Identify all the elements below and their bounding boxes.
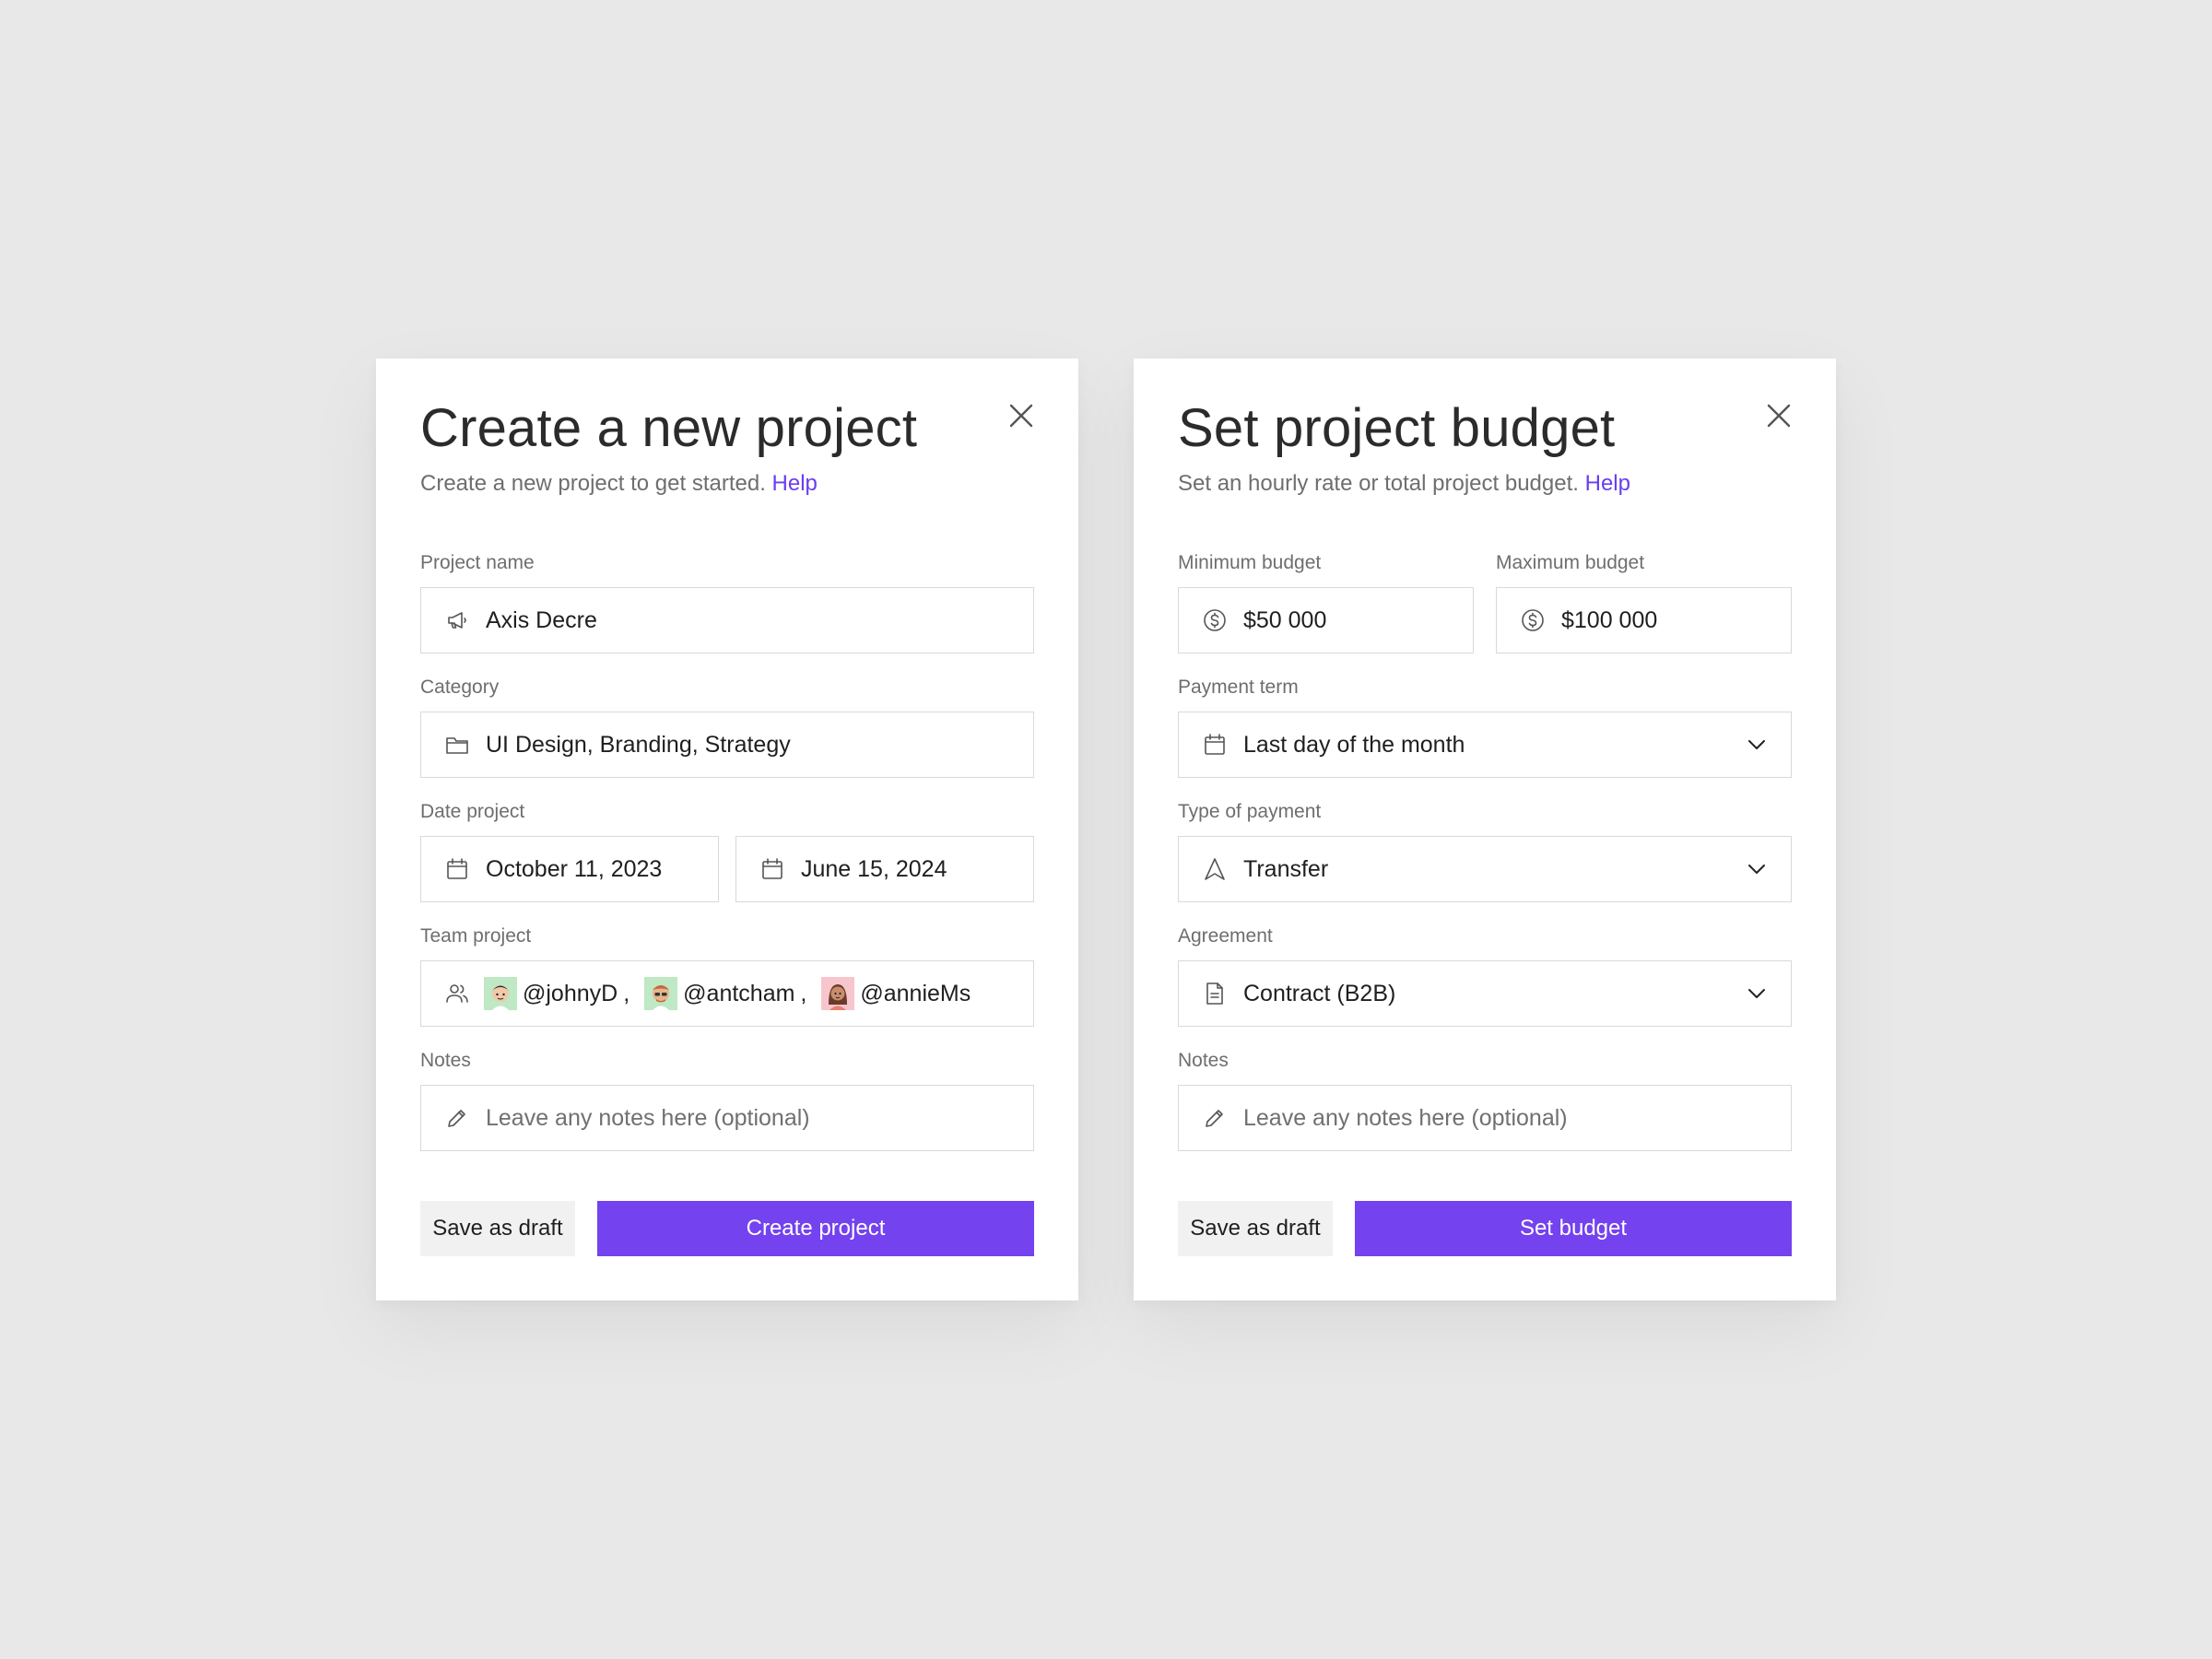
category-value: UI Design, Branding, Strategy xyxy=(486,731,791,758)
payment-type-value: Transfer xyxy=(1243,855,1329,882)
end-date-input[interactable]: June 15, 2024 xyxy=(735,836,1034,902)
users-icon xyxy=(443,980,471,1007)
notes-placeholder: Leave any notes here (optional) xyxy=(486,1104,810,1131)
navigation-arrow-icon xyxy=(1201,855,1229,883)
project-name-value: Axis Decre xyxy=(486,606,597,633)
team-separator: , xyxy=(623,980,630,1006)
agreement-value: Contract (B2B) xyxy=(1243,980,1396,1006)
avatar xyxy=(821,977,855,1010)
max-budget-input[interactable]: $100 000 xyxy=(1496,587,1792,653)
set-budget-button[interactable]: Set budget xyxy=(1355,1201,1792,1256)
save-draft-button[interactable]: Save as draft xyxy=(420,1201,575,1256)
date-label: Date project xyxy=(420,801,525,822)
notes-label: Notes xyxy=(1178,1050,1229,1071)
team-separator: , xyxy=(800,980,807,1006)
category-input[interactable]: UI Design, Branding, Strategy xyxy=(420,712,1034,778)
min-budget-label: Minimum budget xyxy=(1178,552,1322,573)
start-date-input[interactable]: October 11, 2023 xyxy=(420,836,719,902)
pencil-icon xyxy=(443,1104,471,1132)
chevron-down-icon[interactable] xyxy=(1743,855,1771,883)
calendar-icon xyxy=(759,855,786,883)
agreement-select[interactable]: Contract (B2B) xyxy=(1178,960,1792,1027)
payment-term-label: Payment term xyxy=(1178,677,1299,698)
project-name-label: Project name xyxy=(420,552,535,573)
document-icon xyxy=(1201,980,1229,1007)
notes-input[interactable]: Leave any notes here (optional) xyxy=(1178,1085,1792,1151)
close-icon[interactable] xyxy=(1759,395,1799,436)
team-label: Team project xyxy=(420,925,532,947)
min-budget-input[interactable]: $50 000 xyxy=(1178,587,1474,653)
save-draft-button[interactable]: Save as draft xyxy=(1178,1201,1333,1256)
dialog-subtitle: Create a new project to get started. Hel… xyxy=(420,471,818,497)
create-project-button[interactable]: Create project xyxy=(597,1201,1034,1256)
max-budget-label: Maximum budget xyxy=(1496,552,1645,573)
dialog-title: Create a new project xyxy=(420,398,918,458)
payment-type-select[interactable]: Transfer xyxy=(1178,836,1792,902)
team-member-chip[interactable]: @annieMs xyxy=(821,977,971,1010)
subtitle-text: Create a new project to get started. xyxy=(420,471,766,496)
set-budget-dialog: Set project budget Set an hourly rate or… xyxy=(1134,359,1836,1300)
calendar-icon xyxy=(1201,731,1229,759)
team-member-handle: @antcham xyxy=(683,980,795,1006)
payment-term-select[interactable]: Last day of the month xyxy=(1178,712,1792,778)
help-link[interactable]: Help xyxy=(1585,471,1630,496)
payment-type-label: Type of payment xyxy=(1178,801,1322,822)
team-member-chip[interactable]: @johnyD , xyxy=(484,977,631,1010)
agreement-label: Agreement xyxy=(1178,925,1273,947)
team-member-handle: @annieMs xyxy=(860,980,971,1006)
megaphone-icon xyxy=(443,606,471,634)
dialog-title: Set project budget xyxy=(1178,398,1616,458)
close-icon[interactable] xyxy=(1001,395,1041,436)
project-name-input[interactable]: Axis Decre xyxy=(420,587,1034,653)
calendar-icon xyxy=(443,855,471,883)
avatar xyxy=(644,977,678,1010)
create-project-dialog: Create a new project Create a new projec… xyxy=(376,359,1078,1300)
chevron-down-icon[interactable] xyxy=(1743,731,1771,759)
team-member-chip[interactable]: @antcham , xyxy=(644,977,808,1010)
chevron-down-icon[interactable] xyxy=(1743,980,1771,1007)
team-member-handle: @johnyD xyxy=(523,980,618,1006)
dollar-circle-icon xyxy=(1519,606,1547,634)
max-budget-value: $100 000 xyxy=(1561,606,1658,633)
dollar-circle-icon xyxy=(1201,606,1229,634)
payment-term-value: Last day of the month xyxy=(1243,731,1465,758)
category-label: Category xyxy=(420,677,500,698)
end-date-value: June 15, 2024 xyxy=(801,855,947,882)
subtitle-text: Set an hourly rate or total project budg… xyxy=(1178,471,1579,496)
notes-input[interactable]: Leave any notes here (optional) xyxy=(420,1085,1034,1151)
notes-placeholder: Leave any notes here (optional) xyxy=(1243,1104,1568,1131)
notes-label: Notes xyxy=(420,1050,471,1071)
pencil-icon xyxy=(1201,1104,1229,1132)
min-budget-value: $50 000 xyxy=(1243,606,1327,633)
folder-icon xyxy=(443,731,471,759)
help-link[interactable]: Help xyxy=(772,471,818,496)
dialog-subtitle: Set an hourly rate or total project budg… xyxy=(1178,471,1630,497)
team-input[interactable]: @johnyD , @antcham , @annieMs xyxy=(420,960,1034,1027)
avatar xyxy=(484,977,517,1010)
start-date-value: October 11, 2023 xyxy=(486,855,663,882)
